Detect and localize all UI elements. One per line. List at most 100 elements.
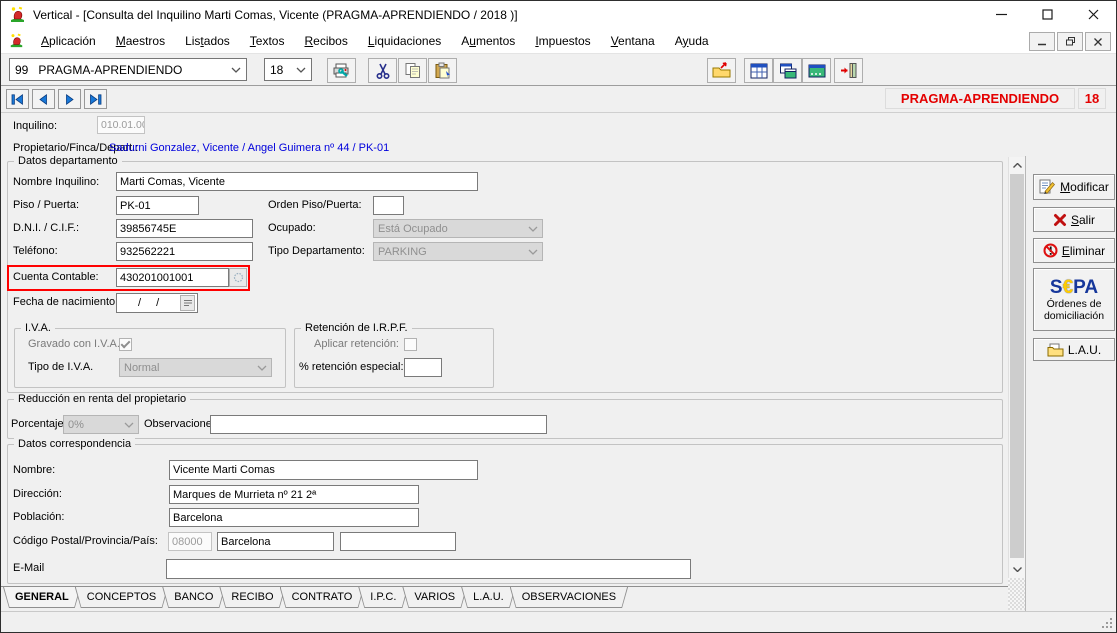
propietario-value: Sadurni Gonzalez, Vicente / Angel Guimer… (109, 142, 389, 154)
previous-record-button[interactable] (32, 89, 55, 109)
tipo-departamento-label: Tipo Departamento: (268, 245, 365, 257)
dni-cif-value: 39856745E (120, 223, 176, 235)
mdi-close-button[interactable] (1085, 32, 1111, 51)
telefono-field[interactable]: 932562221 (116, 242, 253, 261)
tipo-iva-select: Normal (119, 358, 272, 377)
cp-prov-pais-label: Código Postal/Provincia/País: (13, 535, 158, 547)
porcentaje-select: 0% (63, 415, 139, 434)
menu-liquidaciones[interactable]: Liquidaciones (358, 30, 451, 52)
fecha-nacimiento-label: Fecha de nacimiento: (13, 296, 118, 308)
retencion-especial-field[interactable] (404, 358, 442, 377)
tab-label: VARIOS (402, 587, 467, 603)
orden-piso-puerta-field[interactable] (373, 196, 404, 215)
direccion-value: Marques de Murrieta nº 21 2ª (173, 489, 316, 501)
pais-field[interactable] (340, 532, 456, 551)
copy-button[interactable] (398, 58, 427, 83)
menu-recibos[interactable]: Recibos (294, 30, 357, 52)
correspondencia-nombre-value: Vicente Marti Comas (173, 464, 275, 476)
cuenta-contable-lookup-button[interactable] (229, 268, 247, 287)
maximize-button[interactable] (1024, 1, 1070, 28)
first-record-button[interactable] (6, 89, 29, 109)
active-company-banner: PRAGMA-APRENDIENDO (885, 88, 1075, 109)
observaciones-field[interactable] (210, 415, 547, 434)
aplicar-retencion-checkbox (404, 338, 417, 351)
cut-button[interactable] (368, 58, 397, 83)
menu-aumentos[interactable]: Aumentos (451, 30, 525, 52)
mdi-minimize-button[interactable] (1029, 32, 1055, 51)
telefono-value: 932562221 (120, 246, 175, 258)
close-button[interactable] (1070, 1, 1116, 28)
modificar-label: Modificar (1060, 180, 1109, 194)
tab-label: I.P.C. (358, 587, 408, 603)
table-view-button[interactable] (744, 58, 773, 83)
menu-ventana[interactable]: Ventana (601, 30, 665, 52)
tab-conceptos[interactable]: CONCEPTOS (75, 587, 168, 608)
tab-ipc[interactable]: I.P.C. (358, 587, 408, 608)
nombre-inquilino-value: Marti Comas, Vicente (120, 176, 225, 188)
maximize-icon (1042, 9, 1053, 20)
window-title: Vertical - [Consulta del Inquilino Marti… (33, 8, 518, 22)
open-folder-button[interactable] (707, 58, 736, 83)
scrollbar-thumb[interactable] (1010, 174, 1024, 558)
direccion-field[interactable]: Marques de Murrieta nº 21 2ª (169, 485, 419, 504)
nombre-inquilino-field[interactable]: Marti Comas, Vicente (116, 172, 478, 191)
provincia-field[interactable]: Barcelona (217, 532, 334, 551)
last-record-button[interactable] (84, 89, 107, 109)
printer-setup-button[interactable] (327, 58, 356, 83)
email-field[interactable] (166, 559, 691, 579)
scroll-up-button[interactable] (1009, 157, 1025, 173)
codigo-postal-field: 08000 (168, 532, 212, 551)
tab-label: CONCEPTOS (75, 587, 168, 603)
sepa-button[interactable]: S€PA Órdenes de domiciliación (1033, 268, 1115, 331)
vertical-scrollbar[interactable] (1008, 157, 1025, 578)
resize-grip-icon[interactable] (1100, 616, 1113, 629)
toolbar: 99 PRAGMA-APRENDIENDO 18 (1, 53, 1116, 86)
eliminar-label: Eliminar (1062, 244, 1105, 258)
tab-observaciones[interactable]: OBSERVACIONES (510, 587, 628, 608)
menu-textos[interactable]: Textos (240, 30, 295, 52)
table-view-icon (750, 63, 768, 79)
iva-title: I.V.A. (21, 322, 55, 334)
scroll-down-button[interactable] (1009, 561, 1025, 577)
chevron-down-icon (296, 67, 306, 73)
porcentaje-label: Porcentaje: (11, 418, 67, 430)
application-window: Vertical - [Consulta del Inquilino Marti… (0, 0, 1117, 633)
minimize-button[interactable] (978, 1, 1024, 28)
modificar-button[interactable]: Modificar (1033, 174, 1115, 200)
menu-listados[interactable]: Listados (175, 30, 240, 52)
tab-recibo[interactable]: RECIBO (219, 587, 285, 608)
eliminar-button[interactable]: Eliminar (1033, 238, 1115, 263)
tab-lau[interactable]: L.A.U. (461, 587, 516, 608)
chevron-down-icon (528, 226, 538, 232)
folder-doc-icon (1047, 343, 1064, 357)
folder-export-icon (712, 62, 731, 79)
exit-button[interactable] (834, 58, 863, 83)
correspondencia-nombre-field[interactable]: Vicente Marti Comas (169, 460, 478, 480)
mdi-restore-button[interactable] (1057, 32, 1083, 51)
tab-general[interactable]: GENERAL (3, 587, 81, 608)
poblacion-field[interactable]: Barcelona (169, 508, 419, 527)
dni-cif-field[interactable]: 39856745E (116, 219, 253, 238)
piso-puerta-field[interactable]: PK-01 (116, 196, 199, 215)
tab-label: L.A.U. (461, 587, 516, 603)
scroll-down-icon (1013, 567, 1022, 572)
menu-ayuda[interactable]: Ayuda (665, 30, 719, 52)
menu-aplicacion[interactable]: Aplicación (31, 30, 106, 52)
menu-impuestos[interactable]: Impuestos (525, 30, 600, 52)
lau-button[interactable]: L.A.U. (1033, 338, 1115, 361)
salir-button[interactable]: Salir (1033, 207, 1115, 232)
menu-maestros[interactable]: Maestros (106, 30, 175, 52)
active-year-banner: 18 (1078, 88, 1106, 109)
panel-view-button[interactable] (802, 58, 831, 83)
next-record-button[interactable] (58, 89, 81, 109)
tab-varios[interactable]: VARIOS (402, 587, 467, 608)
tab-contrato[interactable]: CONTRATO (280, 587, 365, 608)
tab-banco[interactable]: BANCO (162, 587, 225, 608)
company-select[interactable]: 99 PRAGMA-APRENDIENDO (9, 58, 247, 81)
year-select[interactable]: 18 (264, 58, 312, 81)
fecha-nacimiento-calendar-button[interactable] (180, 295, 195, 311)
title-bar: Vertical - [Consulta del Inquilino Marti… (1, 1, 1116, 28)
cuenta-contable-field[interactable]: 430201001001 (116, 268, 229, 287)
paste-button[interactable] (428, 58, 457, 83)
cascade-windows-button[interactable] (773, 58, 802, 83)
